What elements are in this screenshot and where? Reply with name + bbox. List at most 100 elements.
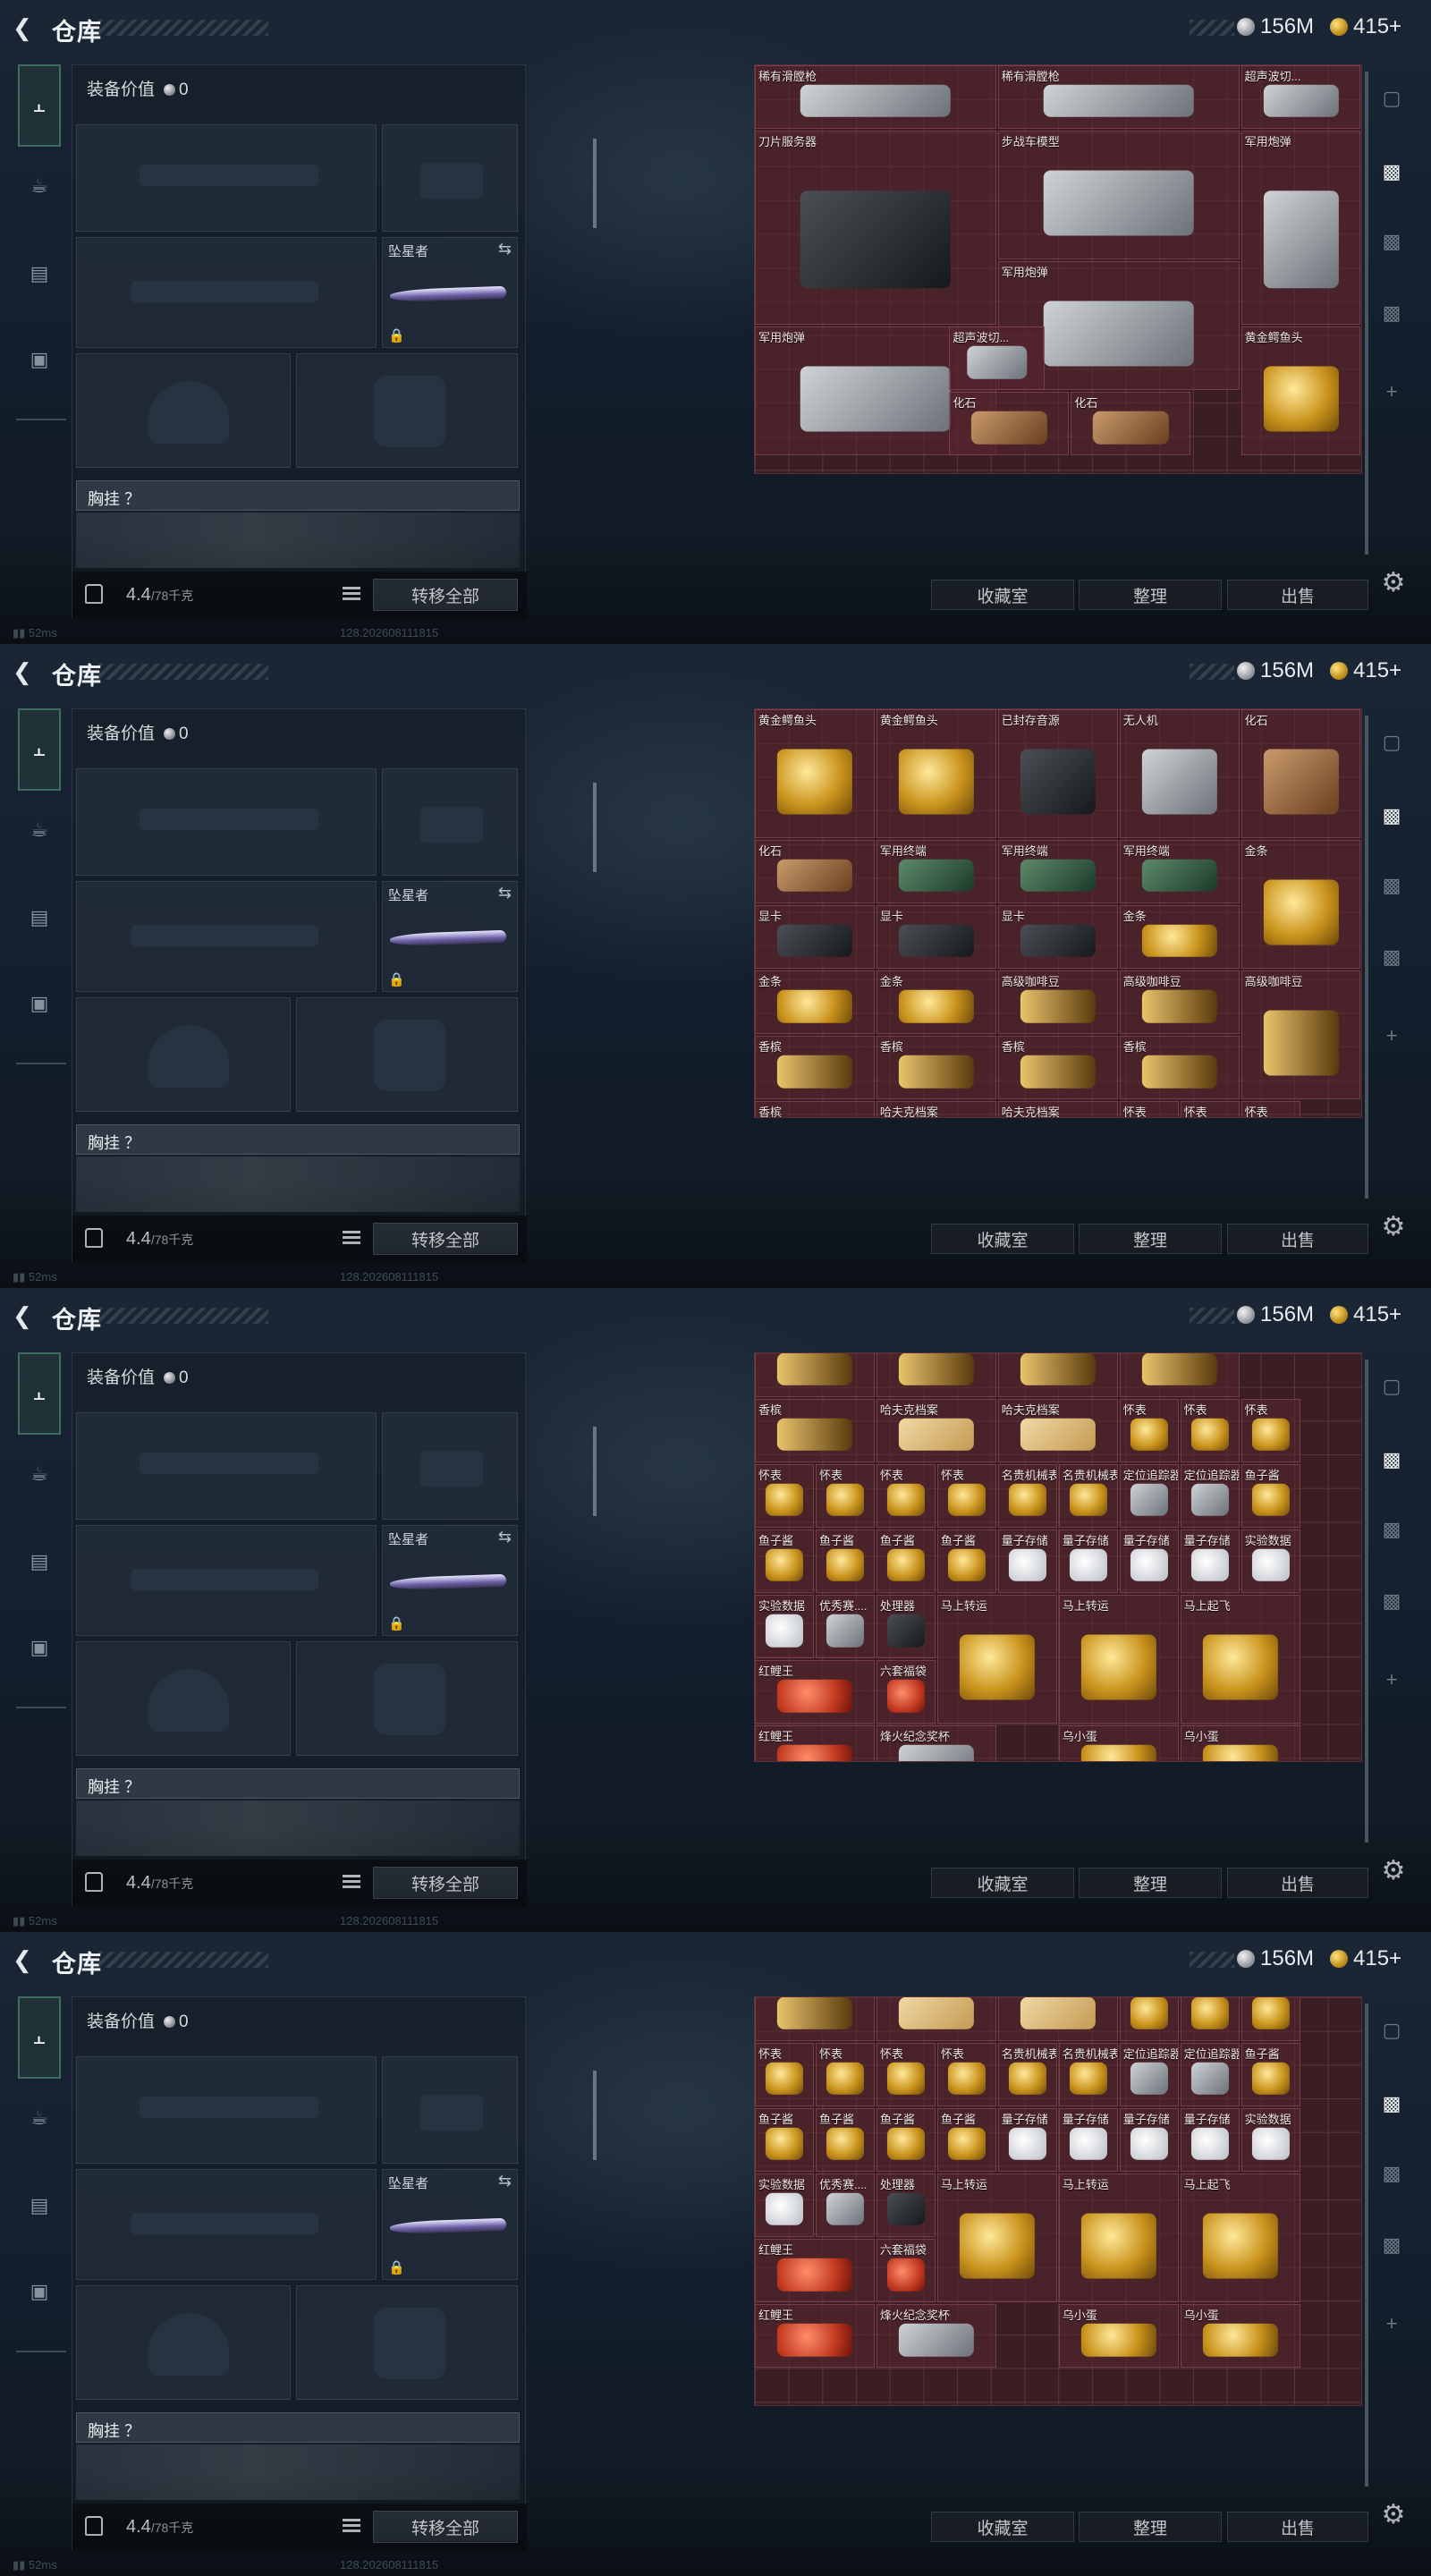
sidearm-slot[interactable] xyxy=(382,2056,518,2164)
stash-scrollbar[interactable] xyxy=(1365,1360,1368,1843)
helmet-icon[interactable]: ☕ xyxy=(18,809,61,852)
equipment-scrollbar[interactable] xyxy=(593,1427,597,1516)
add-tab-icon[interactable]: + xyxy=(1376,1020,1408,1052)
add-tab-icon[interactable]: + xyxy=(1376,1664,1408,1696)
stash-item[interactable]: 军用终端 xyxy=(997,840,1118,904)
stash-item[interactable]: 黄金鳄鱼头 xyxy=(755,709,875,839)
stash-item[interactable]: 哈夫克档案 xyxy=(876,1997,996,2042)
stash-item[interactable]: 怀表 xyxy=(1180,1997,1240,2042)
stash-item[interactable]: 名贵机械表 xyxy=(1058,2043,1118,2107)
stash-item[interactable]: 定位追踪器 xyxy=(1119,2043,1179,2107)
stash-item[interactable]: 量子存储 xyxy=(997,2108,1057,2173)
transfer-all-button[interactable]: 转移全部 xyxy=(373,1867,518,1899)
stash-item[interactable]: 鱼子酱 xyxy=(936,1530,996,1594)
swap-icon[interactable]: ⇆ xyxy=(498,240,512,258)
stash-item[interactable]: 处理器 xyxy=(876,2174,936,2238)
stash-item[interactable]: 香槟 xyxy=(755,1353,875,1398)
stash-item[interactable]: 定位追踪器 xyxy=(1180,1464,1240,1529)
stash-scrollbar[interactable] xyxy=(1365,2004,1368,2487)
stash-item[interactable]: 金条 xyxy=(1240,840,1361,970)
stash-item[interactable]: 化石 xyxy=(755,840,875,904)
organize-button[interactable]: 整理 xyxy=(1079,1224,1222,1254)
primary-weapon-slot[interactable] xyxy=(76,1412,377,1520)
swap-icon[interactable]: ⇆ xyxy=(498,2172,512,2190)
chest-rig-header[interactable]: 胸挂 ？ xyxy=(76,480,520,511)
gear-icon[interactable]: ⚙ xyxy=(1379,1857,1408,1885)
stash-item[interactable]: 军用终端 xyxy=(1119,840,1240,904)
stash-item[interactable]: 名贵机械表 xyxy=(1058,1464,1118,1529)
sidearm-slot[interactable] xyxy=(382,1412,518,1520)
armor-slot[interactable] xyxy=(296,1641,518,1756)
stash-item[interactable]: 优秀赛.... xyxy=(815,1595,875,1659)
armor-slot[interactable] xyxy=(296,2285,518,2400)
currency-gold[interactable]: 415+ xyxy=(1330,657,1401,684)
stash-item[interactable]: 军用炮弹 xyxy=(1240,131,1361,326)
add-tab-icon[interactable]: + xyxy=(1376,376,1408,408)
stash-item[interactable]: 超声波切... xyxy=(949,326,1046,391)
primary-weapon-slot[interactable] xyxy=(76,768,377,876)
stash-item[interactable]: 香槟 xyxy=(997,1353,1118,1398)
stash-tab-icon-2[interactable]: ▩ xyxy=(1376,225,1408,258)
equipment-scrollbar[interactable] xyxy=(593,783,597,872)
secondary-weapon-slot[interactable] xyxy=(76,881,377,992)
vest-icon[interactable]: ▤ xyxy=(18,896,61,939)
stash-item[interactable]: 香槟 xyxy=(755,1997,875,2042)
stash-tab-icon-3[interactable]: ▩ xyxy=(1376,2229,1408,2261)
stash-item[interactable]: 量子存储 xyxy=(1058,2108,1118,2173)
stash-tab-icon-3[interactable]: ▩ xyxy=(1376,1585,1408,1617)
sidearm-slot[interactable] xyxy=(382,768,518,876)
secondary-weapon-slot[interactable] xyxy=(76,237,377,348)
stash-item[interactable]: 化石 xyxy=(1071,392,1191,456)
armor-slot[interactable] xyxy=(296,353,518,468)
organize-button[interactable]: 整理 xyxy=(1079,580,1222,610)
stash-item[interactable]: 怀表 xyxy=(1119,1997,1179,2042)
stash-item[interactable]: 显卡 xyxy=(755,905,875,970)
stash-item[interactable]: 已封存音源 xyxy=(997,709,1118,839)
stash-item[interactable]: 步战车模型 xyxy=(997,131,1240,260)
stash-item[interactable]: 鱼子酱 xyxy=(876,2108,936,2173)
list-icon[interactable] xyxy=(343,1875,360,1889)
stash-item[interactable]: 哈夫克档案 xyxy=(997,1399,1118,1463)
stash-item[interactable]: 哈夫克档案 xyxy=(876,1101,996,1117)
stash-item[interactable]: 红鲤王 xyxy=(755,2304,875,2368)
stash-item[interactable]: 马上转运 xyxy=(1058,2174,1179,2303)
stash-item[interactable]: 鱼子酱 xyxy=(815,1530,875,1594)
stash-item[interactable]: 怀表 xyxy=(876,2043,936,2107)
collection-room-button[interactable]: 收藏室 xyxy=(931,580,1074,610)
currency-silver[interactable]: 156M xyxy=(1237,657,1314,684)
stash-item[interactable]: 量子存储 xyxy=(1119,2108,1179,2173)
stash-tab-icon-3[interactable]: ▩ xyxy=(1376,297,1408,329)
stash-item[interactable]: 定位追踪器 xyxy=(1119,1464,1179,1529)
stash-item[interactable]: 实验数据 xyxy=(755,1595,814,1659)
safe-icon[interactable]: ▢ xyxy=(1376,2014,1408,2046)
chest-rig-header[interactable]: 胸挂 ？ xyxy=(76,1768,520,1799)
stash-item[interactable]: 香槟 xyxy=(997,1036,1118,1100)
stash-item[interactable]: 实验数据 xyxy=(1240,1530,1300,1594)
pistol-icon[interactable]: ⫠ xyxy=(18,64,61,147)
backpack-icon[interactable]: ▣ xyxy=(18,1626,61,1669)
stash-item[interactable]: 化石 xyxy=(949,392,1070,456)
helmet-slot[interactable] xyxy=(76,2285,291,2400)
stash-item[interactable]: 香槟 xyxy=(1119,1036,1240,1100)
stash-item[interactable]: 哈夫克档案 xyxy=(997,1101,1118,1117)
pistol-icon[interactable]: ⫠ xyxy=(18,1996,61,2079)
stash-item[interactable]: 鱼子酱 xyxy=(755,2108,814,2173)
list-icon[interactable] xyxy=(343,1231,360,1245)
secondary-weapon-slot[interactable] xyxy=(76,2169,377,2280)
stash-item[interactable]: 马上起飞 xyxy=(1180,1595,1300,1724)
stash-item[interactable]: 量子存储 xyxy=(1119,1530,1179,1594)
primary-weapon-slot[interactable] xyxy=(76,2056,377,2164)
currency-gold[interactable]: 415+ xyxy=(1330,1945,1401,1972)
pistol-icon[interactable]: ⫠ xyxy=(18,1352,61,1435)
list-icon[interactable] xyxy=(343,2519,360,2533)
helmet-slot[interactable] xyxy=(76,1641,291,1756)
stash-item[interactable]: 怀表 xyxy=(1119,1399,1179,1463)
stash-item[interactable]: 六套福袋 xyxy=(876,1660,936,1724)
primary-weapon-slot[interactable] xyxy=(76,124,377,232)
sell-button[interactable]: 出售 xyxy=(1227,580,1368,610)
stash-item[interactable]: 怀表 xyxy=(1180,1101,1240,1117)
stash-item[interactable]: 怀表 xyxy=(936,1464,996,1529)
chest-rig-header[interactable]: 胸挂 ？ xyxy=(76,1124,520,1155)
chest-rig-header[interactable]: 胸挂 ？ xyxy=(76,2412,520,2443)
equipment-scrollbar[interactable] xyxy=(593,2071,597,2160)
